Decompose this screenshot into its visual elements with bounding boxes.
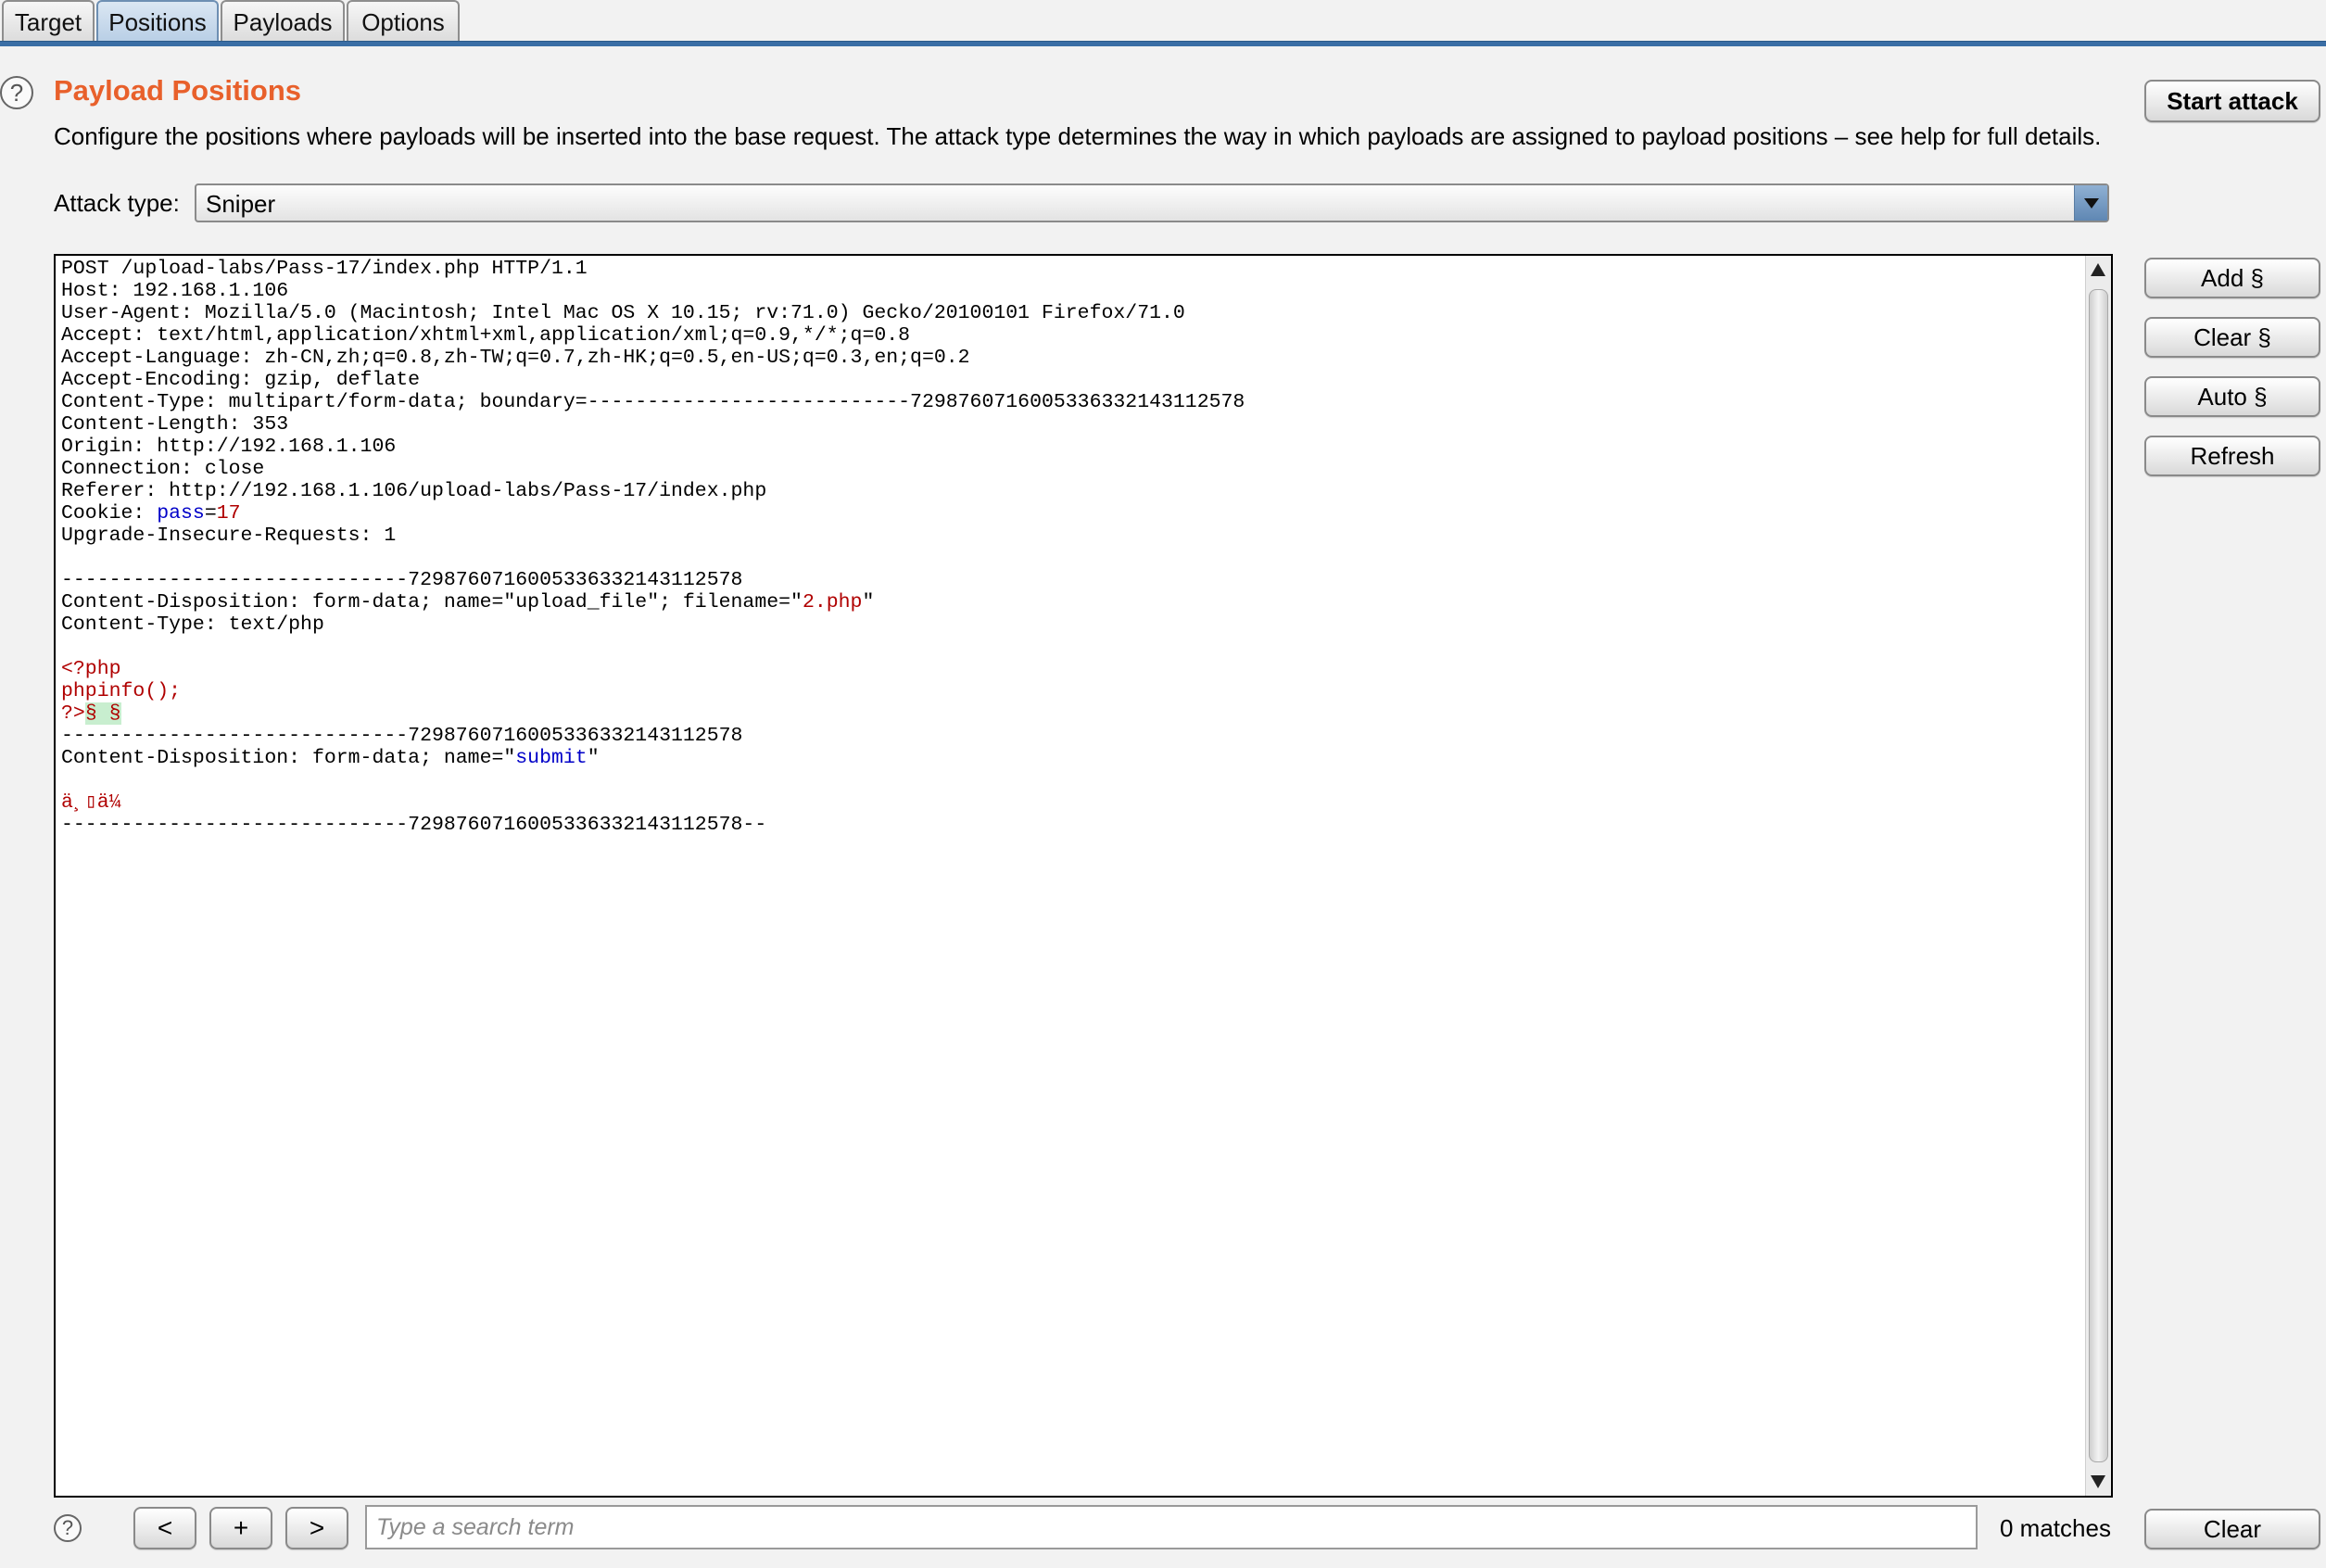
cookie-equals: = [204,502,217,525]
request-line: Referer: http://192.168.1.106/upload-lab… [61,480,767,502]
search-next-button[interactable]: > [285,1507,348,1549]
tab-target[interactable]: Target [2,0,95,41]
cookie-header-prefix: Cookie: [61,502,158,525]
boundary-line: -----------------------------72987607160… [61,569,743,591]
request-line: Content-Type: text/php [61,613,324,636]
clear-marker-button[interactable]: Clear § [2144,317,2320,358]
php-close-tag: ?> [61,702,85,725]
scroll-up-arrow-icon[interactable] [2091,263,2105,276]
request-line: Origin: http://192.168.1.106 [61,436,397,458]
question-mark-icon[interactable]: ? [0,76,33,109]
request-line: User-Agent: Mozilla/5.0 (Macintosh; Inte… [61,302,1185,324]
attack-type-label: Attack type: [54,189,180,217]
add-marker-button[interactable]: Add § [2144,258,2320,298]
tab-positions[interactable]: Positions [96,0,219,41]
tab-bar: Target Positions Payloads Options [0,0,2326,46]
php-open-tag: <?php [61,658,121,680]
payload-position-marker[interactable]: § § [84,702,121,725]
refresh-button[interactable]: Refresh [2144,436,2320,476]
request-line: POST /upload-labs/Pass-17/index.php HTTP… [61,258,588,280]
request-text[interactable]: POST /upload-labs/Pass-17/index.php HTTP… [61,258,1245,836]
search-input[interactable] [365,1505,1978,1549]
search-clear-button[interactable]: Clear [2144,1509,2320,1549]
request-line: Accept-Encoding: gzip, deflate [61,369,421,391]
editor-scrollbar[interactable] [2085,256,2111,1496]
chevron-down-icon[interactable] [2074,185,2107,221]
search-match-count: 0 matches [2000,1514,2111,1542]
attack-type-value: Sniper [206,190,276,218]
request-line: Content-Type: multipart/form-data; bound… [61,391,1245,413]
section-title: Payload Positions [54,74,302,107]
cookie-value: 17 [216,502,241,525]
auto-marker-button[interactable]: Auto § [2144,376,2320,417]
request-line: Content-Length: 353 [61,413,289,436]
request-line: Upgrade-Insecure-Requests: 1 [61,525,397,547]
search-add-button[interactable]: + [209,1507,272,1549]
request-line: Host: 192.168.1.106 [61,280,289,302]
request-line: Accept: text/html,application/xhtml+xml,… [61,324,911,347]
tab-options[interactable]: Options [347,0,460,41]
request-line: Connection: close [61,458,265,480]
boundary-line: -----------------------------72987607160… [61,725,743,747]
search-help-icon[interactable]: ? [54,1514,82,1542]
scrollbar-thumb[interactable] [2089,289,2108,1462]
disposition-prefix: Content-Disposition: form-data; name="up… [61,591,803,613]
disposition-prefix: Content-Disposition: form-data; name=" [61,747,516,769]
cookie-key: pass [157,502,205,525]
boundary-end-line: -----------------------------72987607160… [61,814,767,836]
filename-value: 2.php [802,591,863,613]
disposition-suffix: " [862,591,875,613]
tab-payloads[interactable]: Payloads [221,0,345,41]
start-attack-button[interactable]: Start attack [2144,80,2320,122]
tab-underline [0,41,2326,46]
search-previous-button[interactable]: < [133,1507,196,1549]
php-code: phpinfo(); [61,680,182,702]
disposition-suffix: " [587,747,600,769]
attack-type-select[interactable]: Sniper [195,183,2109,222]
section-description: Configure the positions where payloads w… [54,122,2102,150]
request-line: Accept-Language: zh-CN,zh;q=0.8,zh-TW;q=… [61,347,970,369]
submit-value: ä¸▯ä¼ [61,791,121,814]
scroll-down-arrow-icon[interactable] [2091,1475,2105,1488]
submit-name-value: submit [515,747,588,769]
request-editor[interactable]: POST /upload-labs/Pass-17/index.php HTTP… [54,254,2113,1498]
